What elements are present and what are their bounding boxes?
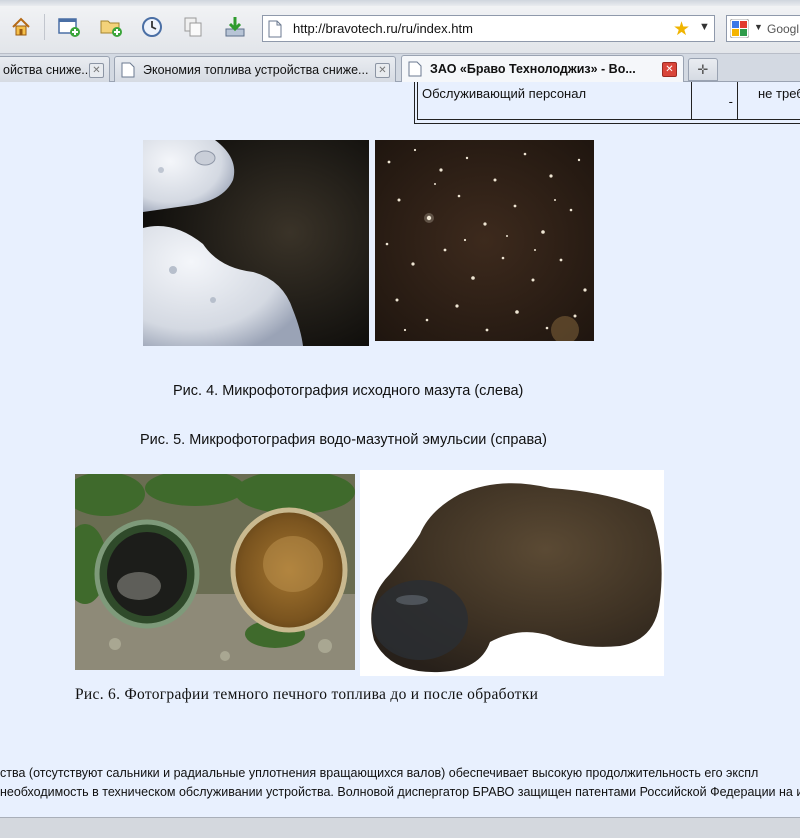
tab-strip: ойства сниже... ✕ Экономия топлива устро… <box>0 54 800 83</box>
history-button[interactable] <box>137 12 167 42</box>
tab-2[interactable]: Экономия топлива устройства сниже... ✕ <box>114 56 396 82</box>
bookmark-star-icon[interactable]: ★ <box>673 18 690 41</box>
table-cell-name: Обслуживающий персонал <box>418 82 692 120</box>
description-paragraph-line-1: ства (отсутствуют сальники и радиальные … <box>0 766 759 780</box>
new-window-icon <box>58 18 80 37</box>
figure-4-caption: Рис. 4. Микрофотография исходного мазута… <box>173 383 524 399</box>
tab-close-icon[interactable]: ✕ <box>662 62 677 77</box>
address-bar[interactable]: http://bravotech.ru/ru/index.htm ★ ▼ <box>262 15 715 42</box>
photo-fuel-puddle <box>360 470 664 676</box>
search-placeholder: Googl <box>767 22 800 36</box>
clock-icon <box>142 17 162 37</box>
address-dropdown-icon[interactable]: ▼ <box>699 21 710 33</box>
status-bar <box>0 817 800 838</box>
copy-button[interactable] <box>178 12 208 42</box>
page-favicon-icon <box>121 62 135 78</box>
search-bar[interactable]: ▼ Googl <box>726 15 800 42</box>
download-icon <box>225 17 245 37</box>
photo-fuel-jars <box>75 474 355 670</box>
copy-icon <box>184 17 202 37</box>
tab-label: ойства сниже... <box>3 63 92 77</box>
micrograph-source-fuel-oil <box>143 140 369 346</box>
tab-label: Экономия топлива устройства сниже... <box>143 63 369 77</box>
figure-5-caption: Рис. 5. Микрофотография водо-мазутной эм… <box>140 432 547 448</box>
table-cell-value: - <box>694 82 738 120</box>
tab-close-icon[interactable]: ✕ <box>375 63 390 78</box>
figure-6-caption: Рис. 6. Фотографии темного печного топли… <box>75 686 539 703</box>
menu-strip-remnant <box>0 0 800 6</box>
search-engine-dropdown-icon[interactable]: ▼ <box>754 22 763 32</box>
page-content: Обслуживающий персонал - не треб Рис. 4.… <box>0 82 800 817</box>
toolbar-separator <box>44 14 45 40</box>
table-row: Обслуживающий персонал - не треб <box>417 82 800 120</box>
browser-toolbar: http://bravotech.ru/ru/index.htm ★ ▼ ▼ G… <box>0 0 800 54</box>
table-cell-note: не треб <box>758 86 800 101</box>
add-folder-icon <box>100 20 122 37</box>
page-favicon-icon <box>408 61 422 77</box>
home-icon <box>12 17 30 36</box>
google-logo-icon <box>730 19 749 38</box>
tab-3-active[interactable]: ЗАО «Браво Технолоджиз» - Во... ✕ <box>401 55 684 83</box>
download-button[interactable] <box>220 12 250 42</box>
page-icon <box>268 20 282 38</box>
description-paragraph-line-2: необходимость в техническом обслуживании… <box>0 785 800 799</box>
address-url: http://bravotech.ru/ru/index.htm <box>293 21 473 36</box>
properties-table-row: Обслуживающий персонал - не треб <box>414 82 800 124</box>
plus-icon: ✛ <box>697 61 709 77</box>
new-tab-button[interactable] <box>54 12 84 42</box>
micrograph-water-fuel-emulsion <box>375 140 594 341</box>
tab-label: ЗАО «Браво Технолоджиз» - Во... <box>430 62 636 76</box>
tab-1[interactable]: ойства сниже... ✕ <box>0 56 110 82</box>
new-tab-plus-button[interactable]: ✛ <box>688 58 718 81</box>
home-button[interactable] <box>6 12 36 42</box>
add-bookmark-button[interactable] <box>96 12 126 42</box>
tab-close-icon[interactable]: ✕ <box>89 63 104 78</box>
